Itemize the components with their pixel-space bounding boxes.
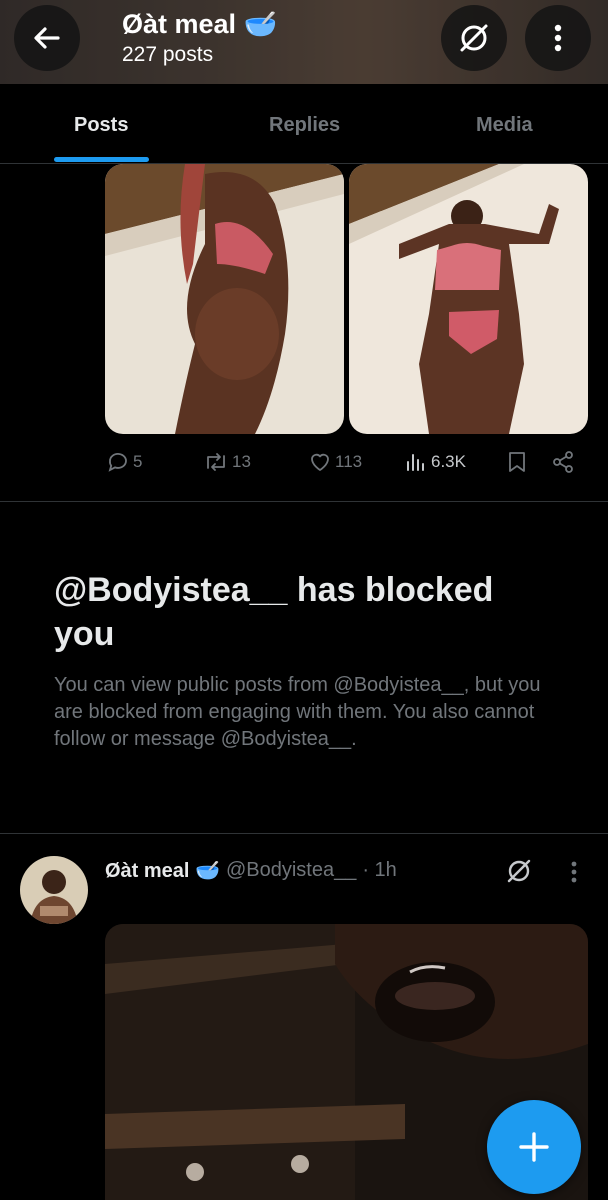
more-vertical-icon: [554, 24, 562, 52]
post-author-name[interactable]: Øàt meal 🥣: [105, 858, 220, 883]
post-count: 227 posts: [122, 43, 214, 66]
photo-icon: [105, 164, 344, 434]
avatar[interactable]: [20, 856, 88, 924]
post-more-button[interactable]: [560, 856, 588, 888]
unblock-button[interactable]: [441, 5, 507, 71]
views-icon: [407, 454, 424, 471]
post-header: Øàt meal 🥣 @Bodyistea__ · 1h: [105, 858, 397, 883]
plus-icon: [519, 1132, 549, 1162]
post-action-bar: 5 13 113 6.3K: [0, 450, 608, 482]
unblock-icon: [460, 24, 488, 52]
tab-replies[interactable]: Replies: [269, 114, 340, 137]
views-button[interactable]: 6.3K: [404, 450, 466, 474]
repost-icon: [207, 453, 225, 471]
heart-icon: [311, 453, 329, 471]
post-image-2[interactable]: [349, 164, 588, 434]
blocked-notice-body: You can view public posts from @Bodyiste…: [54, 674, 541, 750]
active-tab-indicator: [54, 157, 149, 162]
post-author-handle[interactable]: @Bodyistea__: [226, 859, 356, 882]
divider: [0, 833, 608, 834]
back-button[interactable]: [14, 5, 80, 71]
view-count: 6.3K: [431, 452, 466, 471]
repost-count: 13: [232, 452, 251, 471]
post-unblock-button[interactable]: [500, 852, 538, 890]
bookmark-icon: [509, 452, 525, 472]
like-count: 113: [335, 452, 363, 471]
repost-button[interactable]: 13: [203, 450, 251, 474]
compose-post-button[interactable]: [487, 1100, 581, 1194]
profile-title: Øàt meal 🥣: [122, 9, 278, 39]
tab-media[interactable]: Media: [476, 114, 533, 137]
more-options-button[interactable]: [525, 5, 591, 71]
share-button[interactable]: [551, 450, 575, 474]
avatar-photo-icon: [20, 856, 88, 924]
reply-icon: [108, 453, 127, 472]
more-vertical-icon: [571, 861, 577, 883]
post-image-1[interactable]: [105, 164, 344, 434]
tab-posts[interactable]: Posts: [74, 114, 128, 137]
divider: [0, 501, 608, 502]
like-button[interactable]: 113: [308, 450, 362, 474]
photo-icon: [349, 164, 588, 434]
share-icon: [553, 451, 573, 473]
profile-tabs: Posts Replies Media: [0, 84, 608, 164]
arrow-left-icon: [34, 27, 60, 49]
reply-button[interactable]: 5: [106, 450, 142, 474]
profile-header: [0, 0, 608, 84]
bookmark-button[interactable]: [506, 450, 528, 474]
reply-count: 5: [133, 452, 143, 471]
blocked-notice-title: @Bodyistea__ has blocked you: [54, 571, 494, 653]
post-timestamp: · 1h: [362, 859, 397, 881]
unblock-icon: [507, 859, 531, 883]
